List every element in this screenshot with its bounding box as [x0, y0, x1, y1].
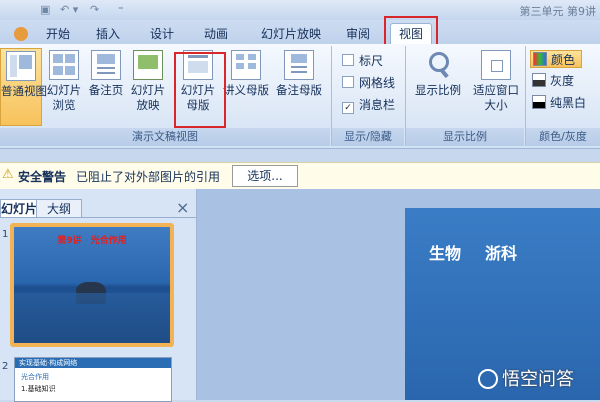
office-button[interactable]: [8, 24, 34, 44]
slide-sorter-icon: [49, 50, 79, 80]
gridlines-checkbox-box: [342, 76, 354, 88]
group-label-presentation-views: 演示文稿视图: [0, 128, 330, 146]
slide-thumbnail-1-selected[interactable]: 第9讲 光合作用: [10, 223, 174, 347]
checkmark-icon: ✓: [342, 102, 354, 114]
pane-divider: [0, 217, 196, 218]
slide-thumbnail-1-image: 第9讲 光合作用: [14, 227, 170, 343]
black-white-icon: [532, 95, 546, 109]
save-icon[interactable]: ▣: [40, 2, 50, 17]
window-title: 第三单元 第9讲: [519, 5, 597, 18]
notes-master-icon: [284, 50, 314, 80]
security-warning-message: 已阻止了对外部图片的引用: [76, 170, 221, 184]
slideshow-icon: [133, 50, 163, 80]
ribbon-bottom-gap: [0, 149, 600, 162]
magnifier-icon: [423, 50, 453, 80]
security-warning-bar: ⚠ 安全警告 已阻止了对外部图片的引用 选项...: [0, 162, 600, 190]
tab-slideshow[interactable]: 幻灯片放映: [254, 24, 328, 44]
fit-window-icon: [481, 50, 511, 80]
slide-text-zheke: 浙科: [485, 244, 518, 263]
security-options-button[interactable]: 选项...: [232, 165, 298, 187]
tab-animation[interactable]: 动画: [196, 24, 236, 44]
slide-sorter-button[interactable]: 幻灯片浏览: [44, 48, 84, 126]
wukong-logo-icon: [478, 369, 498, 389]
slide-2-header: 实现基础·构成网络: [15, 358, 171, 368]
tab-insert[interactable]: 插入: [88, 24, 128, 44]
slide-text-biology: 生物: [429, 244, 462, 263]
handout-master-icon: [231, 50, 261, 80]
ruler-checkbox[interactable]: 标尺: [342, 52, 383, 70]
notes-page-icon: [91, 50, 121, 80]
warning-icon: ⚠: [2, 167, 14, 182]
close-pane-icon[interactable]: ×: [176, 198, 189, 217]
undo-icon[interactable]: ↶ ▾: [60, 2, 78, 17]
slide-number-1: 1: [2, 229, 9, 240]
slide-2-line1: 光合作用: [21, 373, 49, 381]
ribbon: 普通视图 幻灯片浏览 备注页 幻灯片放映 幻灯片母版 讲义母版 备注母版 演示文…: [0, 44, 600, 149]
handout-master-button[interactable]: 讲义母版: [222, 48, 270, 126]
group-label-zoom: 显示比例: [406, 128, 524, 146]
highlight-slide-master: [174, 52, 226, 128]
slideshow-view-button[interactable]: 幻灯片放映: [128, 48, 168, 126]
slides-outline-pane: 幻灯片 大纲 × 1 第9讲 光合作用 2 实现基础·构成网络 光合作用 1.基…: [0, 189, 197, 402]
ribbon-tab-row: 开始 插入 设计 动画 幻灯片放映 审阅 视图: [0, 20, 600, 44]
grayscale-icon: [532, 73, 546, 87]
zoom-button[interactable]: 显示比例: [410, 48, 466, 126]
watermark: 悟空问答: [478, 368, 574, 392]
fit-to-window-button[interactable]: 适应窗口大小: [470, 48, 522, 126]
tab-review[interactable]: 审阅: [338, 24, 378, 44]
gridlines-checkbox[interactable]: 网格线: [342, 74, 395, 92]
color-button[interactable]: 颜色: [530, 50, 582, 68]
tab-home[interactable]: 开始: [38, 24, 78, 44]
tab-outline[interactable]: 大纲: [36, 199, 82, 218]
message-bar-checkbox[interactable]: ✓ 消息栏: [342, 96, 395, 114]
slide-thumbnail-2[interactable]: 实现基础·构成网络 光合作用 1.基础知识: [14, 357, 172, 402]
pure-black-white-button[interactable]: 纯黑白: [532, 94, 586, 112]
notes-master-button[interactable]: 备注母版: [272, 48, 326, 126]
tab-design[interactable]: 设计: [142, 24, 182, 44]
group-label-show-hide: 显示/隐藏: [332, 128, 404, 146]
redo-icon[interactable]: ↷: [90, 2, 99, 17]
normal-view-icon: [6, 51, 36, 81]
title-bar: ▣ ↶ ▾ ↷ ⁼ 第三单元 第9讲: [0, 0, 600, 21]
quick-access-dropdown-icon[interactable]: ⁼: [118, 2, 124, 17]
slide-2-line2: 1.基础知识: [21, 385, 56, 393]
notes-page-button[interactable]: 备注页: [86, 48, 126, 126]
slide-number-2: 2: [2, 361, 9, 372]
ruler-checkbox-box: [342, 54, 354, 66]
normal-view-button[interactable]: 普通视图: [0, 48, 47, 126]
slide-1-title: 第9讲 光合作用: [57, 236, 127, 246]
tab-slides[interactable]: 幻灯片: [0, 199, 38, 218]
color-icon: [533, 52, 547, 66]
grayscale-button[interactable]: 灰度: [532, 72, 574, 90]
group-label-color: 颜色/灰度: [526, 128, 600, 146]
sea-icon: [14, 293, 170, 343]
security-warning-title: 安全警告: [18, 170, 67, 184]
